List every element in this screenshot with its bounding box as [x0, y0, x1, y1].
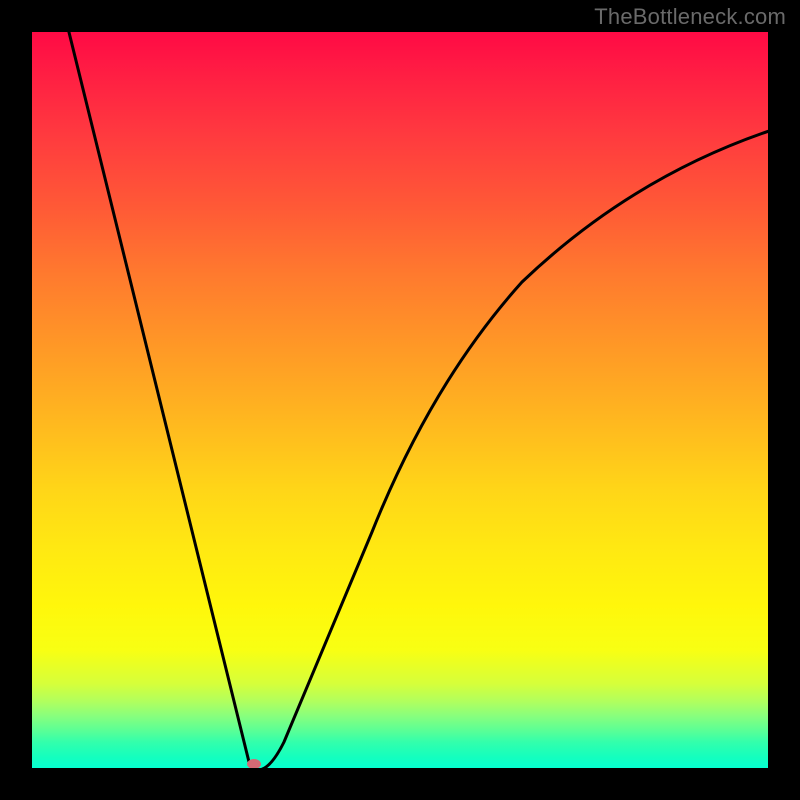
watermark-text: TheBottleneck.com — [594, 4, 786, 30]
bottleneck-curve — [64, 32, 768, 768]
plot-area — [32, 32, 768, 768]
curve-svg — [32, 32, 768, 768]
min-point-marker — [247, 759, 261, 768]
